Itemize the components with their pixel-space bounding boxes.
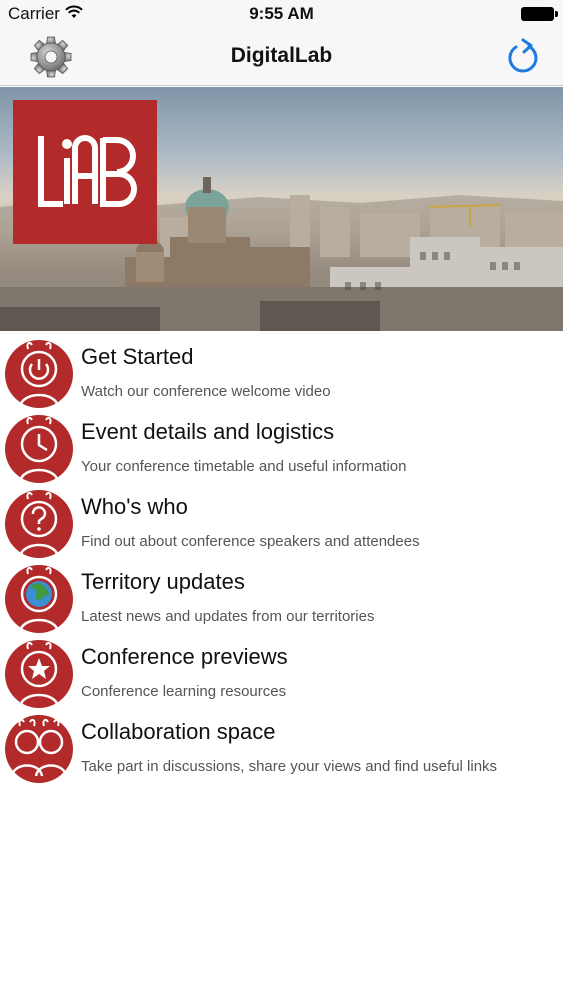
menu-item-conference-previews[interactable]: Conference previews Conference learning … <box>0 631 563 709</box>
menu-item-get-started[interactable]: Get Started Watch our conference welcome… <box>0 331 563 409</box>
menu-item-title: Who's who <box>81 494 188 519</box>
menu-item-subtitle: Latest news and updates from our territo… <box>81 608 375 625</box>
star-icon <box>4 639 74 709</box>
menu-item-title: Conference previews <box>81 644 288 669</box>
menu-item-title: Get Started <box>81 344 194 369</box>
menu-item-subtitle: Your conference timetable and useful inf… <box>81 458 407 475</box>
page-title: DigitalLab <box>230 44 333 67</box>
status-time: 9:55 AM <box>249 4 314 23</box>
menu-item-title: Event details and logistics <box>81 419 335 444</box>
menu-item-collaboration-space[interactable]: Collaboration space Take part in discuss… <box>0 706 563 784</box>
menu-item-territory-updates[interactable]: Territory updates Latest news and update… <box>0 556 563 634</box>
status-bar: Carrier 9:55 AM <box>0 0 563 28</box>
menu-item-whos-who[interactable]: Who's who Find out about conference spea… <box>0 481 563 559</box>
hero-banner <box>0 87 563 331</box>
people-icon <box>4 714 74 784</box>
refresh-icon[interactable] <box>505 38 539 76</box>
power-icon <box>4 339 74 409</box>
menu-item-event-details[interactable]: Event details and logistics Your confere… <box>0 406 563 484</box>
menu-item-title: Territory updates <box>81 569 245 594</box>
menu-list: Get Started Watch our conference welcome… <box>0 331 563 784</box>
menu-item-title: Collaboration space <box>81 719 276 744</box>
menu-item-subtitle: Take part in discussions, share your vie… <box>81 758 498 775</box>
menu-item-subtitle: Watch our conference welcome video <box>81 383 331 400</box>
globe-icon <box>4 564 74 634</box>
nav-bar: DigitalLab <box>0 28 563 86</box>
question-icon <box>4 489 74 559</box>
clock-icon <box>4 414 74 484</box>
menu-item-subtitle: Conference learning resources <box>81 683 287 700</box>
battery-icon <box>521 7 558 21</box>
menu-item-subtitle: Find out about conference speakers and a… <box>81 533 420 550</box>
lab-logo <box>13 100 157 244</box>
